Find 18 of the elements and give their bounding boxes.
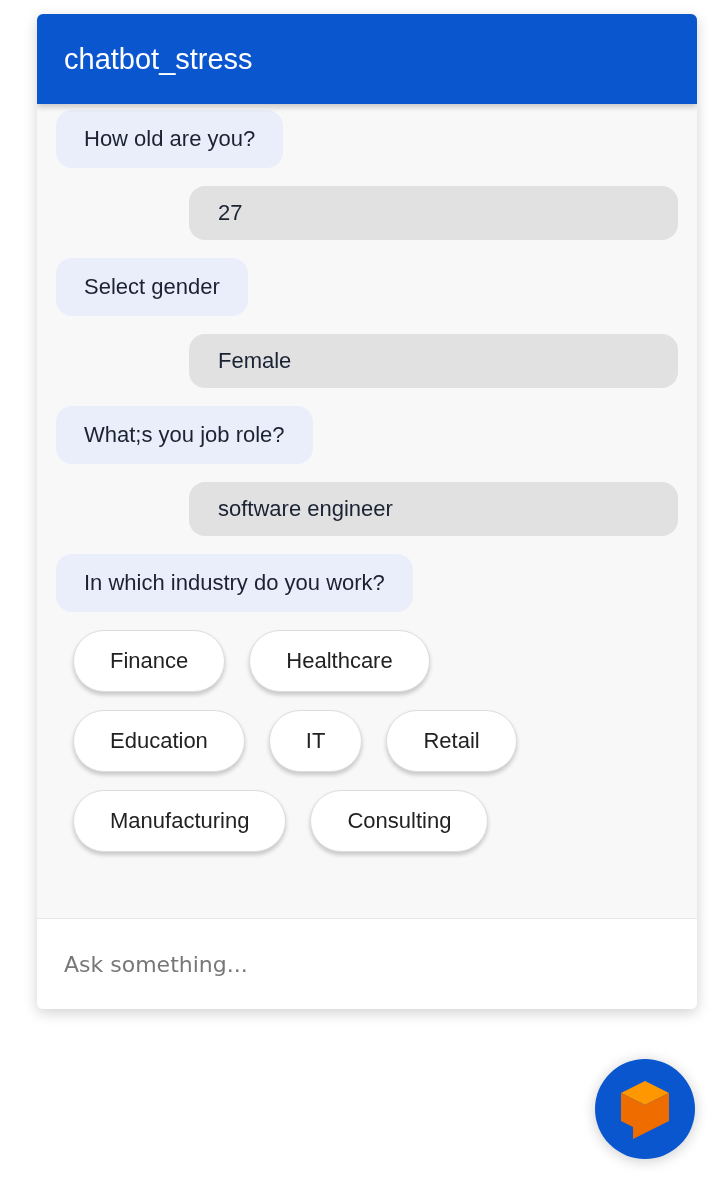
bot-message: What;s you job role?	[56, 406, 313, 464]
quick-reply-button[interactable]: Finance	[73, 630, 226, 692]
window-title: chatbot_stress	[64, 42, 253, 76]
quick-reply-button[interactable]: IT	[268, 710, 363, 772]
user-message: Female	[189, 334, 678, 388]
bot-message: In which industry do you work?	[56, 554, 413, 612]
user-message: software engineer	[189, 482, 678, 536]
quick-reply-button[interactable]: Retail	[386, 710, 517, 772]
quick-reply-button[interactable]: Education	[73, 710, 245, 772]
quick-reply-button[interactable]: Healthcare	[249, 630, 430, 692]
cube-chat-icon	[619, 1079, 671, 1139]
message-input[interactable]: Ask something...	[37, 918, 697, 1009]
user-message: 27	[189, 186, 678, 240]
quick-reply-button[interactable]: Manufacturing	[73, 790, 287, 852]
quick-reply-button[interactable]: Consulting	[310, 790, 489, 852]
chat-launcher-button[interactable]	[595, 1059, 695, 1159]
bot-message: Select gender	[56, 258, 248, 316]
bot-message: How old are you?	[56, 110, 284, 168]
